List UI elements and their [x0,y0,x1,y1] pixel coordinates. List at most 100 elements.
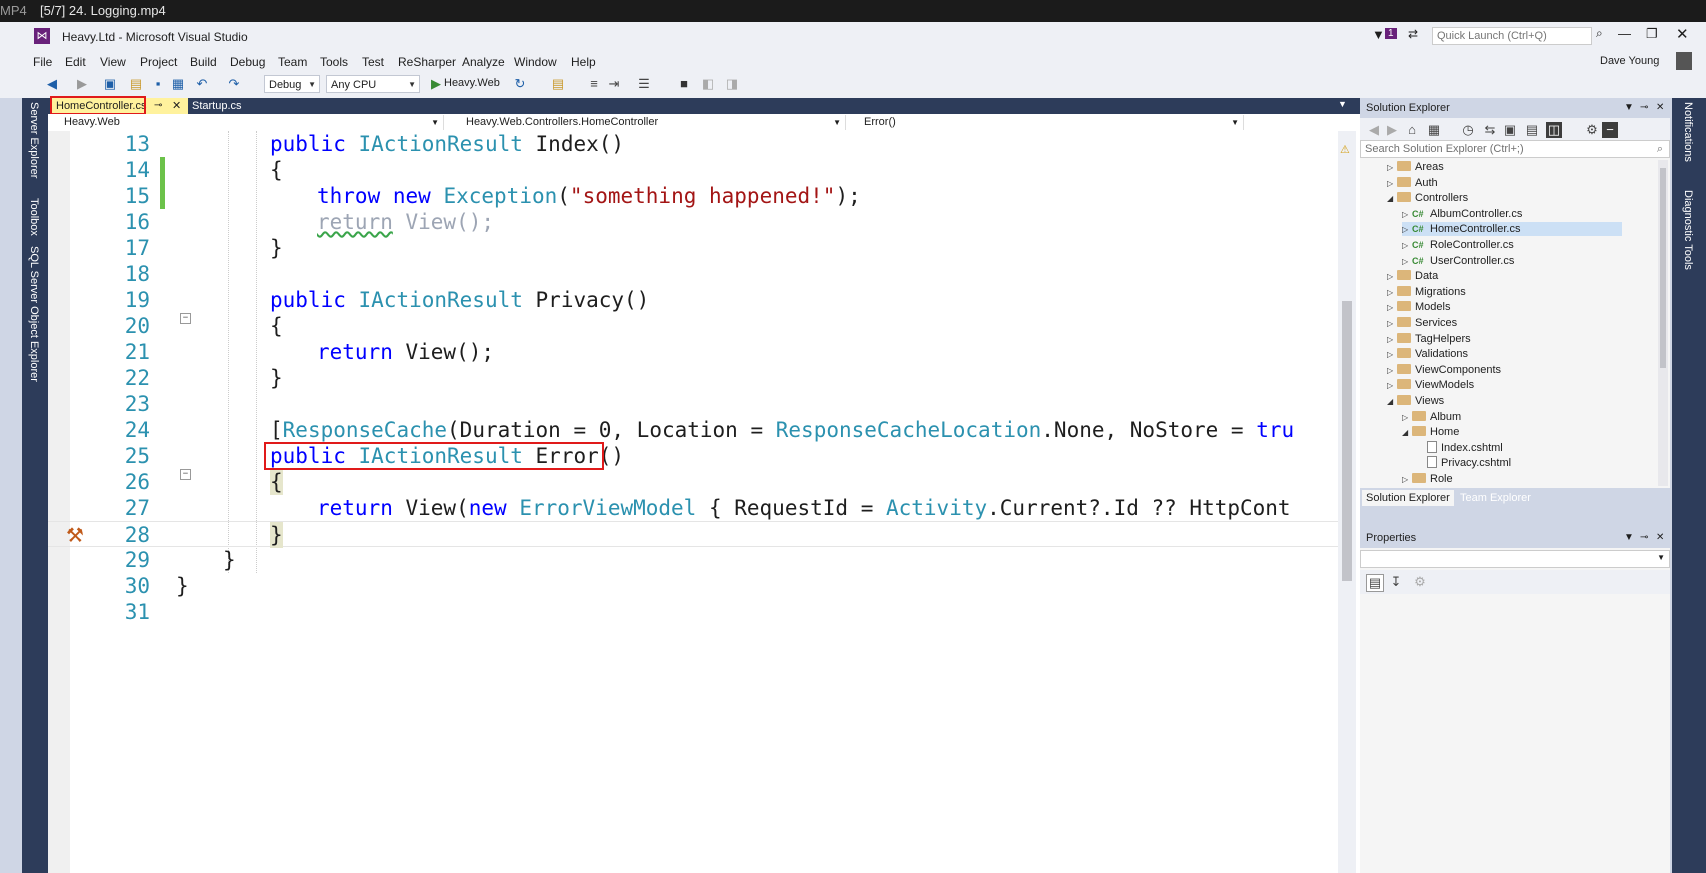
menu-view[interactable]: View [100,55,126,69]
expander-icon[interactable]: ▷ [1387,161,1397,175]
next-bookmark-icon[interactable]: ◨ [724,76,740,92]
sync-icon[interactable]: ⇆ [1482,122,1498,138]
tree-item[interactable]: ▷ C# UserController.cs [1402,254,1514,268]
tree-scrollbar[interactable] [1658,160,1668,486]
pin-icon[interactable]: ⊸ [1640,98,1648,118]
configuration-dropdown[interactable]: Debug ▼ [264,75,320,93]
vertical-scrollbar[interactable]: ⚠ [1338,131,1356,873]
tree-item[interactable]: ▷ Role [1402,472,1453,486]
expander-icon[interactable]: ▷ [1402,411,1412,425]
tree-item[interactable]: ◢ Controllers [1387,191,1468,205]
expander-icon[interactable]: ◢ [1387,395,1397,409]
expander-icon[interactable]: ▷ [1402,239,1412,253]
indent-icon[interactable]: ⇥ [606,76,622,92]
back-icon[interactable]: ◀ [1366,122,1382,138]
expander-icon[interactable]: ▷ [1387,270,1397,284]
alphabetical-icon[interactable]: ↧ [1388,574,1404,590]
quick-actions-hammer-icon[interactable]: ⚒ [66,523,84,548]
save-icon[interactable]: ▪ [150,76,166,92]
new-project-icon[interactable]: ▣ [102,76,118,92]
properties-object-dropdown[interactable]: ▼ [1360,550,1670,568]
project-dropdown[interactable]: Heavy.Web ▼ [48,115,444,130]
close-icon[interactable]: ✕ [172,98,181,114]
server-explorer-tab[interactable]: Server Explorer [28,102,40,178]
preview-icon[interactable]: ◫ [1546,122,1562,138]
forward-icon[interactable]: ▶ [1384,122,1400,138]
tree-item[interactable]: Index.cshtml [1417,440,1503,455]
menu-file[interactable]: File [33,55,52,69]
menu-tools[interactable]: Tools [320,55,348,69]
expander-icon[interactable]: ▷ [1387,177,1397,191]
menu-resharper[interactable]: ReSharper [398,55,456,69]
member-dropdown[interactable]: Error() ▼ [848,115,1244,130]
menu-build[interactable]: Build [190,55,217,69]
bookmark-folder-icon[interactable]: ▤ [550,76,566,92]
tree-item[interactable]: ▷ C# HomeController.cs [1402,222,1622,237]
scrollbar-thumb[interactable] [1660,168,1666,368]
notifications-tab[interactable]: Notifications [1682,102,1694,162]
menu-project[interactable]: Project [140,55,177,69]
tree-item[interactable]: ◢ Views [1387,394,1444,408]
refresh-icon[interactable]: ↻ [512,76,528,92]
expander-icon[interactable]: ▷ [1387,286,1397,300]
save-all-icon[interactable]: ▦ [170,76,186,92]
tree-item[interactable]: ▷ C# AlbumController.cs [1402,207,1522,221]
expander-icon[interactable]: ▷ [1387,301,1397,315]
minus-icon[interactable]: − [1602,122,1618,138]
tree-item[interactable]: ▷ Migrations [1387,285,1466,299]
search-icon[interactable]: ⌕ [1596,26,1603,41]
tree-item[interactable]: ▷ ViewModels [1387,378,1474,392]
filter-icon[interactable]: ▼ [1372,27,1385,42]
menu-help[interactable]: Help [571,55,596,69]
comment-icon[interactable]: ☰ [636,76,652,92]
home-icon[interactable]: ⌂ [1404,122,1420,138]
code-editor[interactable]: − − 13 public IActionResult Index() 14{ 1… [48,131,1360,873]
prev-bookmark-icon[interactable]: ◧ [700,76,716,92]
align-icon[interactable]: ≡ [586,76,602,92]
tree-item[interactable]: ◢ Home [1402,425,1459,439]
back-icon[interactable]: ◀ [44,76,60,92]
toolbox-tab[interactable]: Toolbox [28,198,40,236]
properties-wrench-icon[interactable]: ⚙ [1584,122,1600,138]
menu-edit[interactable]: Edit [65,55,86,69]
menu-analyze[interactable]: Analyze [462,55,505,69]
expander-icon[interactable]: ◢ [1387,192,1397,206]
close-icon[interactable]: ✕ [1656,528,1664,548]
forward-icon[interactable]: ▶ [74,76,90,92]
tab-list-chevron-icon[interactable]: ▼ [1338,99,1347,109]
sql-server-object-explorer-tab[interactable]: SQL Server Object Explorer [28,246,40,382]
tree-item[interactable]: ▷ Validations [1387,347,1468,361]
switch-views-icon[interactable]: ▦ [1426,122,1442,138]
dropdown-icon[interactable]: ▼ [1624,98,1634,118]
restore-button[interactable]: ❐ [1646,26,1658,42]
undo-icon[interactable]: ↶ [194,76,210,92]
avatar[interactable] [1676,52,1692,70]
type-dropdown[interactable]: Heavy.Web.Controllers.HomeController ▼ [450,115,846,130]
open-file-icon[interactable]: ▤ [128,76,144,92]
scrollbar-thumb[interactable] [1342,301,1352,581]
expander-icon[interactable]: ▷ [1387,364,1397,378]
expander-icon[interactable]: ◢ [1402,426,1412,440]
redo-icon[interactable]: ↷ [226,76,242,92]
tree-item[interactable]: ▷ ViewComponents [1387,363,1501,377]
diagnostic-tools-tab[interactable]: Diagnostic Tools [1682,190,1694,270]
dropdown-icon[interactable]: ▼ [1624,528,1634,548]
tab-team-explorer[interactable]: Team Explorer [1456,490,1535,506]
expander-icon[interactable]: ▷ [1402,255,1412,269]
notification-count[interactable]: 1 [1385,28,1397,39]
tree-item[interactable]: Privacy.cshtml [1417,456,1511,470]
tree-item[interactable]: ▷ Services [1387,316,1457,330]
bookmark-icon[interactable]: ■ [676,76,692,92]
tree-item[interactable]: ▷ C# RoleController.cs [1402,238,1514,252]
solution-search-input[interactable]: Search Solution Explorer (Ctrl+;) ⌕ [1360,140,1670,158]
pending-changes-icon[interactable]: ◷ [1460,122,1476,138]
show-all-files-icon[interactable]: ▤ [1524,122,1540,138]
expander-icon[interactable]: ▷ [1402,473,1412,487]
expander-icon[interactable]: ▷ [1402,223,1412,237]
pin-icon[interactable]: ⊸ [154,98,162,114]
expander-icon[interactable]: ▷ [1387,348,1397,362]
menu-window[interactable]: Window [514,55,557,69]
tree-item[interactable]: ▷ Areas [1387,160,1444,174]
quick-launch-input[interactable] [1432,27,1592,45]
start-debugging-icon[interactable]: ▶ [428,76,444,92]
